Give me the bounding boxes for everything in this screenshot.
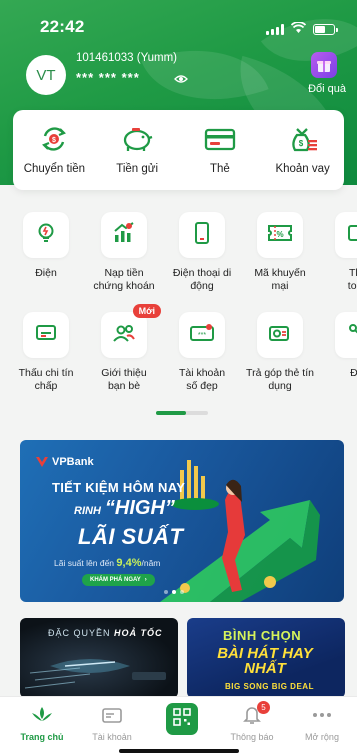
promo-song-line2: BÀI HÁT HAY NHẤT [217,645,313,677]
more-icon [312,705,332,725]
new-badge: Mới [132,304,161,318]
promo-song-line3: BIG SONG BIG DEAL [225,682,314,691]
bell-icon: 5 [243,701,270,725]
status-time: 22:42 [40,17,85,36]
battery-icon [313,23,338,35]
service-overdraft[interactable]: Thấu chi tín chấp [6,312,86,393]
service-label: Mã khuyến mại [254,267,306,292]
quick-label: Khoản vay [275,163,330,175]
transfer-icon: $ [39,123,69,155]
nav-label: Tài khoản [92,732,132,742]
service-promo-code[interactable]: % Mã khuyến mại [240,212,320,293]
quick-actions: $ Chuyển tiền Tiền gửi Thẻ $ Khoản vay [13,110,344,190]
money-bag-icon: $ [287,123,319,155]
nav-label: Thông báo [230,732,274,742]
nav-home[interactable]: Trang chủ [12,705,72,742]
exchange-icon [347,322,357,349]
service-label: Điện [35,267,57,279]
qr-scan-button[interactable] [166,703,198,735]
bulb-icon [35,222,57,249]
installment-icon [268,322,292,349]
nice-number-icon: *** [189,323,215,348]
service-label: Tha toán [347,267,357,292]
promo-song-line1: BÌNH CHỌN [223,628,302,643]
explore-now-button[interactable]: KHÁM PHÁ NGAY › [82,574,155,586]
account-number: 101461033 (Yumm) [76,52,178,64]
service-electricity[interactable]: Điện [6,212,86,280]
status-bar: 22:42 [0,0,357,44]
balance-masked: *** *** *** [76,70,140,85]
service-payment[interactable]: Tha toán [318,212,357,293]
service-label: Trả góp thẻ tín dụng [246,367,314,392]
quick-label: Tiền gửi [116,163,159,175]
promo-banner[interactable]: VPBank TIẾT KIỆM HÔM NAY RINH “HIGH” LÃI … [20,440,344,602]
svg-text:$: $ [52,137,56,144]
referral-icon [112,323,136,348]
service-label: Đổi [350,367,357,379]
home-indicator [119,749,239,753]
service-nice-account-number[interactable]: *** Tài khoản số đẹp [162,312,242,393]
banner-line2: RINH “HIGH” [74,497,175,519]
account-icon [101,705,123,725]
promo-express-title: ĐẶC QUYỀN HOẢ TỐC [48,628,163,638]
service-label: Thấu chi tín chấp [18,367,74,392]
banner-line1: TIẾT KIỆM HÔM NAY [52,480,186,495]
svg-text:***: *** [198,332,206,339]
service-label: Nạp tiền chứng khoán [93,267,155,292]
notification-badge: 5 [257,701,270,714]
service-mobile-phone[interactable]: Điện thoại di động [162,212,242,293]
quick-card[interactable]: Thẻ [179,110,262,190]
nav-account[interactable]: Tài khoản [82,705,142,742]
home-screen: 22:42 VT 101461033 (Yumm) *** *** *** Đổ… [0,0,357,755]
service-label: Tài khoản số đẹp [178,367,226,392]
wifi-icon [290,20,307,38]
quick-label: Thẻ [209,163,230,175]
svg-text:$: $ [298,139,303,148]
bottom-nav: Trang chủ Tài khoản 5 Thông báo Mở rộng [0,696,357,755]
stocks-icon [112,221,136,250]
signal-icon [266,23,284,35]
nav-label: Mở rộng [305,732,339,742]
service-referral[interactable]: Mới Giới thiệu bạn bè [84,304,164,393]
overdraft-icon [34,322,58,349]
promo-card-express[interactable]: ĐẶC QUYỀN HOẢ TỐC [20,618,178,698]
service-card-installment[interactable]: Trả góp thẻ tín dụng [240,312,320,393]
qr-icon [172,707,192,732]
banner-line3: LÃI SUẤT [78,524,184,549]
nav-more[interactable]: Mở rộng [292,705,352,742]
banner-dots [164,590,184,594]
service-pager[interactable] [156,411,208,415]
quick-loan[interactable]: $ Khoản vay [261,110,344,190]
nav-notifications[interactable]: 5 Thông báo [222,701,282,742]
gift-icon[interactable] [311,52,337,78]
nav-label: Trang chủ [20,732,64,742]
card-icon [204,123,236,155]
promo-card-best-song[interactable]: BÌNH CHỌN BÀI HÁT HAY NHẤT BIG SONG BIG … [187,618,345,698]
service-exchange[interactable]: Đổi [318,312,357,380]
banner-line4: Lãi suất lên đến 9,4%/năm [54,557,161,569]
service-label: Điện thoại di động [172,267,232,292]
phone-icon [193,221,211,250]
chevron-right-icon: › [144,577,147,583]
payment-icon [347,222,357,249]
piggy-bank-icon [120,123,154,155]
vpbank-logo: VPBank [36,456,94,468]
home-icon [30,705,54,725]
avatar[interactable]: VT [26,55,66,95]
service-label: Giới thiệu bạn bè [101,367,147,392]
service-grid: Điện Nạp tiền chứng khoán Điện thoại di … [0,200,357,425]
quick-label: Chuyển tiền [23,163,86,175]
service-stocks-topup[interactable]: Nạp tiền chứng khoán [84,212,164,293]
quick-deposit[interactable]: Tiền gửi [96,110,179,190]
voucher-icon: % [267,223,293,248]
eye-icon[interactable] [174,71,188,89]
quick-transfer[interactable]: $ Chuyển tiền [13,110,96,190]
redeem-gift-label[interactable]: Đổi quà [308,83,346,95]
svg-text:%: % [276,230,283,239]
